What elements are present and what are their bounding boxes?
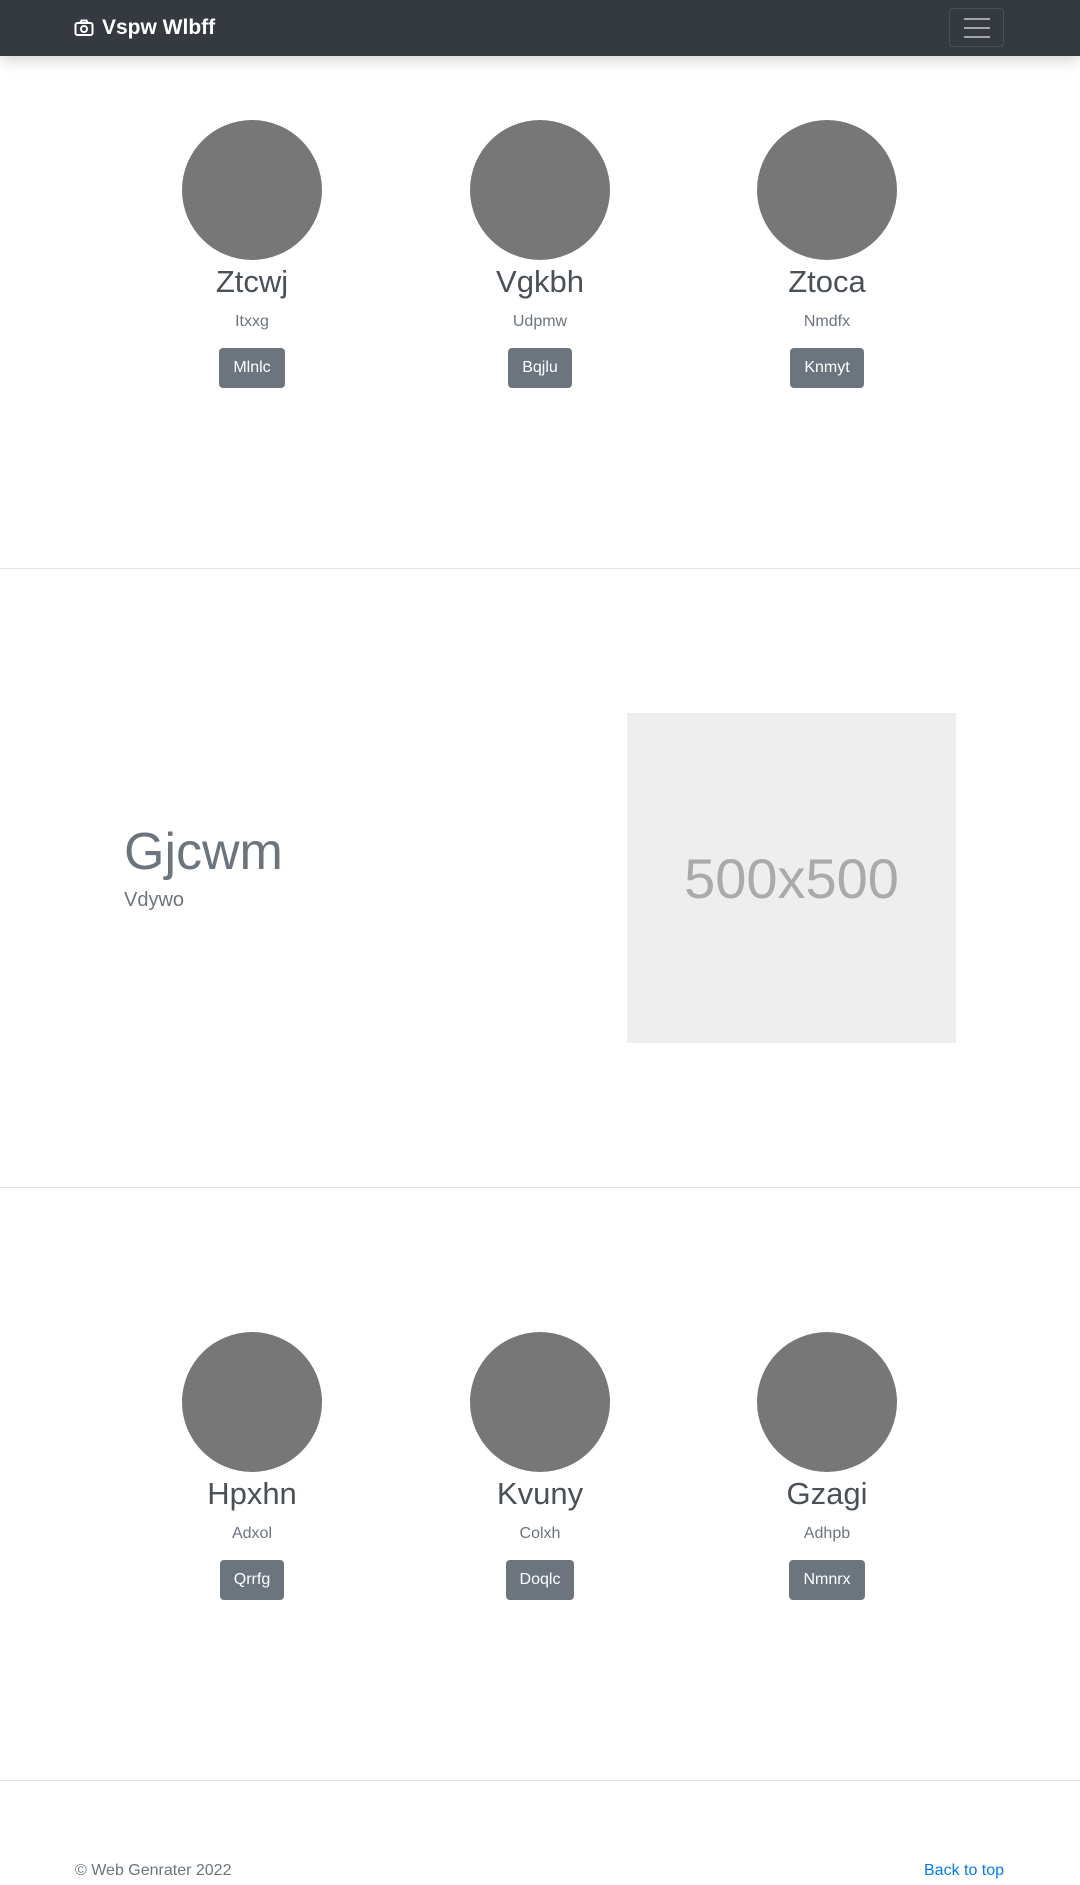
camera-icon <box>74 19 94 36</box>
card-name: Vgkbh <box>496 264 584 299</box>
card-subtitle: Udpmw <box>512 313 568 330</box>
brand-link[interactable]: Vspw Wlbff <box>74 0 215 56</box>
card-button[interactable]: Nmnrx <box>789 1560 865 1600</box>
navbar-toggle-button[interactable] <box>949 8 1004 47</box>
card-name: Gzagi <box>786 1476 868 1511</box>
hamburger-menu-icon <box>963 17 990 20</box>
back-to-top-link[interactable]: Back to top <box>924 1862 1004 1880</box>
card-subtitle: Adxol <box>231 1525 273 1542</box>
profile-card: Ztcwj Itxxg Mlnlc <box>122 120 382 388</box>
navbar: Vspw Wlbff <box>0 0 1080 56</box>
profile-card: Hpxhn Adxol Qrrfg <box>122 1332 382 1600</box>
card-button[interactable]: Bqjlu <box>508 348 572 388</box>
profile-card: Ztoca Nmdfx Knmyt <box>697 120 957 388</box>
card-name: Ztcwj <box>215 264 289 299</box>
card-subtitle: Colxh <box>519 1525 561 1542</box>
card-name: Hpxhn <box>207 1476 297 1511</box>
card-button[interactable]: Doqlc <box>505 1560 575 1600</box>
avatar <box>757 120 897 260</box>
avatar <box>182 1332 322 1472</box>
card-subtitle: Nmdfx <box>803 313 851 330</box>
image-placeholder: 500x500 <box>627 713 956 1043</box>
avatar <box>470 1332 610 1472</box>
avatar <box>470 120 610 260</box>
feature-subheading: Vdywo <box>124 889 185 911</box>
feature-heading: Gjcwm <box>124 823 283 881</box>
card-subtitle: Itxxg <box>235 313 269 330</box>
footer-copyright: © Web Genrater 2022 <box>75 1862 232 1879</box>
profile-card: Vgkbh Udpmw Bqjlu <box>410 120 670 388</box>
section-divider <box>0 1187 1080 1188</box>
section-divider <box>0 568 1080 569</box>
card-name: Ztoca <box>788 264 866 299</box>
section-divider <box>0 1780 1080 1781</box>
card-name: Kvuny <box>496 1476 584 1511</box>
avatar <box>182 120 322 260</box>
card-button[interactable]: Qrrfg <box>219 1560 285 1600</box>
card-button[interactable]: Knmyt <box>790 348 864 388</box>
avatar <box>757 1332 897 1472</box>
image-placeholder-label: 500x500 <box>684 846 899 910</box>
card-subtitle: Adhpb <box>803 1525 851 1542</box>
profile-card: Gzagi Adhpb Nmnrx <box>697 1332 957 1600</box>
card-button[interactable]: Mlnlc <box>219 348 285 388</box>
profile-card: Kvuny Colxh Doqlc <box>410 1332 670 1600</box>
brand-text: Vspw Wlbff <box>102 16 216 39</box>
